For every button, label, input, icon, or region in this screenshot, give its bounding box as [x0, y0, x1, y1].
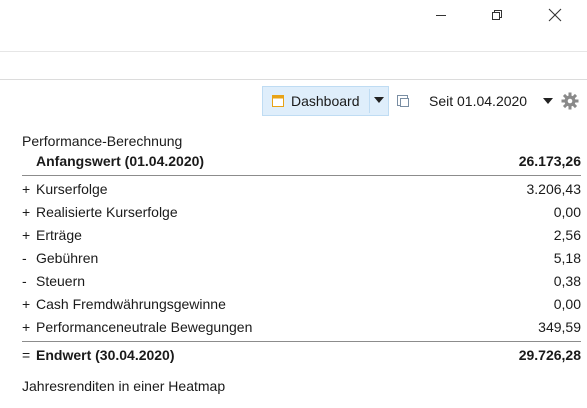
- restore-icon: [492, 10, 502, 20]
- gear-icon[interactable]: [561, 92, 579, 110]
- restore-button[interactable]: [474, 3, 520, 27]
- row-value: 2,56: [553, 227, 581, 243]
- row-value: 0,38: [553, 273, 581, 289]
- performance-row: + Realisierte Kurserfolge 0,00: [22, 204, 581, 226]
- row-label: Performanceneutrale Bewegungen: [36, 319, 253, 335]
- performance-row: - Steuern 0,38: [22, 273, 581, 295]
- dashboard-button[interactable]: Dashboard: [262, 86, 389, 116]
- start-value-label: Anfangswert (01.04.2020): [36, 153, 205, 169]
- row-label: Kurserfolge: [36, 181, 108, 197]
- separator: [0, 51, 587, 52]
- chevron-down-icon[interactable]: [543, 98, 553, 104]
- heatmap-link[interactable]: Jahresrenditen in einer Heatmap: [22, 378, 225, 394]
- performance-row: + Kurserfolge 3.206,43: [22, 181, 581, 203]
- end-value-sign: =: [22, 347, 31, 363]
- calendar-icon: [272, 95, 284, 107]
- performance-row: + Erträge 2,56: [22, 227, 581, 249]
- close-icon: [548, 8, 562, 22]
- minimize-button[interactable]: [418, 3, 464, 27]
- separator: [0, 79, 587, 80]
- performance-row: - Gebühren 5,18: [22, 250, 581, 272]
- dashboard-label: Dashboard: [291, 93, 360, 109]
- row-label: Cash Fremdwährungsgewinne: [36, 296, 226, 312]
- new-window-icon[interactable]: [396, 94, 410, 108]
- row-value: 3.206,43: [526, 181, 582, 197]
- row-label: Erträge: [36, 227, 82, 243]
- start-value-amount: 26.173,26: [518, 153, 581, 169]
- row-sign: -: [22, 273, 27, 289]
- row-value: 0,00: [553, 296, 581, 312]
- chevron-down-icon[interactable]: [374, 97, 384, 103]
- row-value: 0,00: [553, 204, 581, 220]
- split-divider: [369, 89, 370, 113]
- row-label: Steuern: [36, 273, 86, 289]
- row-value: 5,18: [553, 250, 581, 266]
- row-value: 349,59: [538, 319, 581, 335]
- row-sign: +: [22, 181, 31, 197]
- performance-row: + Cash Fremdwährungsgewinne 0,00: [22, 296, 581, 318]
- performance-row: + Performanceneutrale Bewegungen 349,59: [22, 319, 581, 341]
- row-sign: +: [22, 319, 31, 335]
- end-value-row: = Endwert (30.04.2020) 29.726,28: [22, 347, 581, 369]
- row-label: Realisierte Kurserfolge: [36, 204, 178, 220]
- end-value-label: Endwert (30.04.2020): [36, 347, 175, 363]
- section-title: Performance-Berechnung: [22, 133, 183, 149]
- start-value-row: Anfangswert (01.04.2020) 26.173,26: [22, 153, 581, 175]
- row-sign: +: [22, 227, 31, 243]
- divider-line: [22, 175, 581, 176]
- end-value-amount: 29.726,28: [518, 347, 581, 363]
- row-sign: +: [22, 204, 31, 220]
- divider-line: [22, 341, 581, 342]
- toolbar: Dashboard Seit 01.04.2020: [0, 85, 587, 119]
- row-sign: -: [22, 250, 27, 266]
- row-label: Gebühren: [36, 250, 99, 266]
- row-sign: +: [22, 296, 31, 312]
- close-button[interactable]: [532, 3, 578, 27]
- minimize-icon: [436, 15, 446, 16]
- window-titlebar: [0, 0, 587, 30]
- period-selector[interactable]: Seit 01.04.2020: [429, 93, 527, 109]
